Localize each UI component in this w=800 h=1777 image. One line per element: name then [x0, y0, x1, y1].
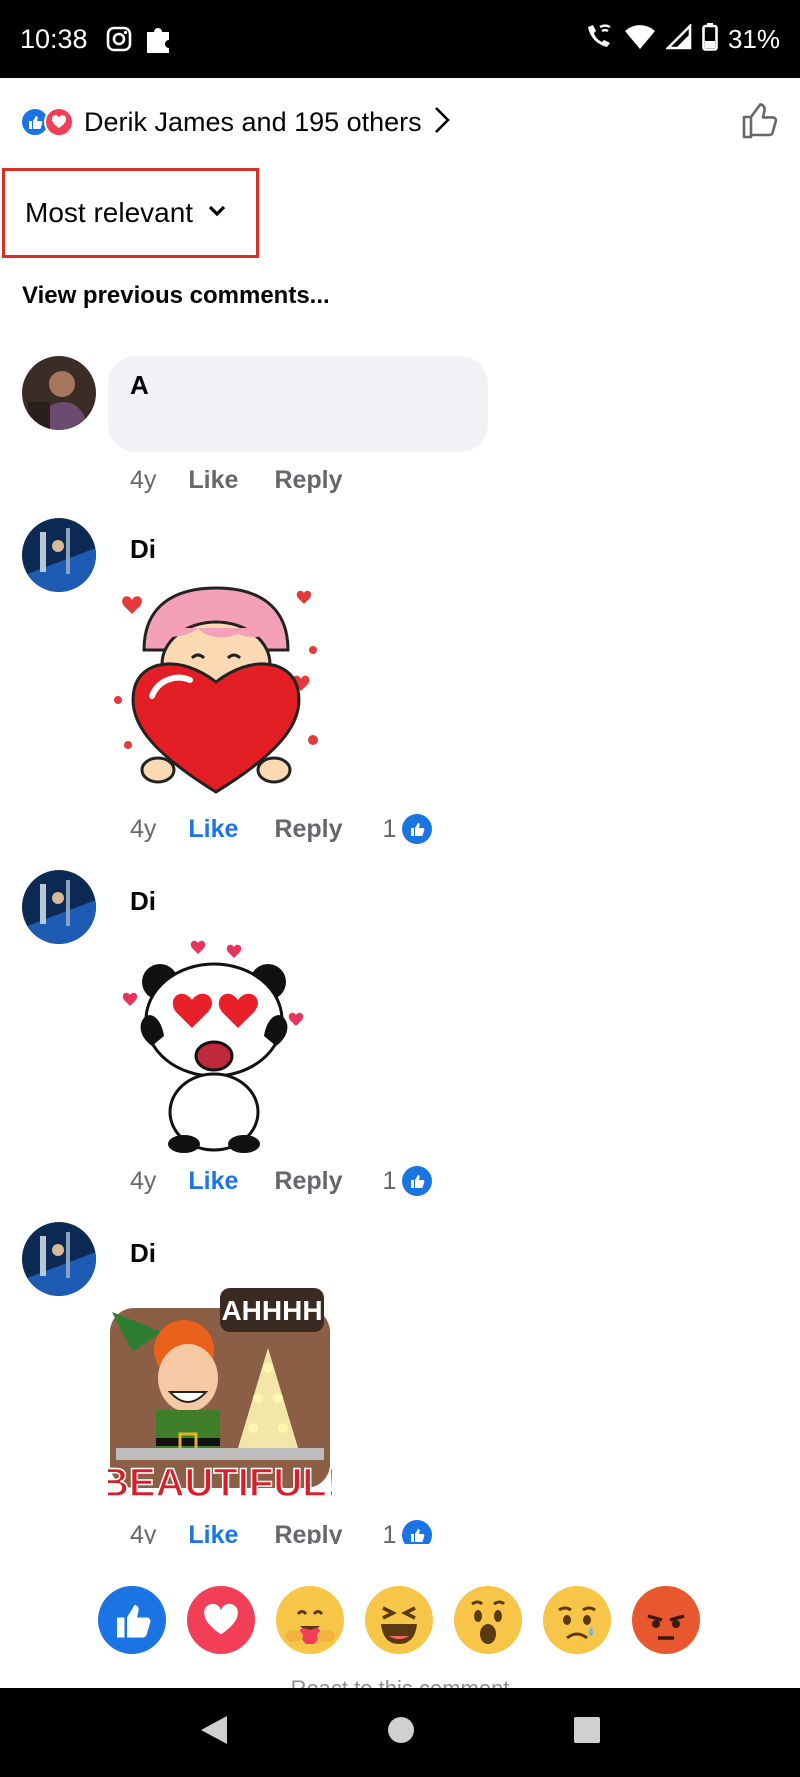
avatar[interactable] — [22, 870, 96, 944]
comment-time: 4y — [130, 1166, 157, 1195]
battery-icon — [702, 22, 718, 56]
love-reaction-icon — [44, 107, 74, 137]
comment-actions: 4y Like Reply 1 — [130, 814, 433, 844]
chevron-down-icon — [207, 204, 227, 223]
reply-button[interactable]: Reply — [274, 466, 342, 495]
svg-text:AHHHH: AHHHH — [221, 1295, 322, 1326]
avatar[interactable] — [22, 1222, 96, 1296]
recents-icon[interactable] — [573, 1716, 601, 1749]
status-bar: 10:38 31% — [0, 0, 800, 78]
like-button[interactable]: Like — [188, 1167, 238, 1196]
like-reaction-button[interactable] — [98, 1586, 166, 1654]
care-reaction-button[interactable] — [276, 1586, 344, 1654]
puzzle-icon — [144, 23, 174, 55]
instagram-icon — [106, 26, 132, 52]
comment-time: 4y — [130, 814, 157, 843]
home-icon[interactable] — [387, 1716, 415, 1749]
sort-dropdown[interactable]: Most relevant — [2, 168, 259, 258]
love-reaction-button[interactable] — [187, 1586, 255, 1654]
like-reaction-icon — [402, 814, 433, 844]
comment-time: 4y — [130, 466, 157, 494]
angry-reaction-button[interactable] — [632, 1586, 700, 1654]
avatar[interactable] — [22, 356, 96, 430]
sort-label: Most relevant — [25, 197, 194, 228]
panda-love-sticker — [118, 934, 328, 1159]
comment-actions: 4y Like Reply — [130, 466, 343, 495]
wifi-call-icon — [584, 23, 614, 56]
comment-author[interactable]: Di — [130, 886, 156, 917]
comment-author[interactable]: A — [130, 370, 149, 401]
comment-time: 4y — [130, 1520, 157, 1545]
battery-percent: 31% — [727, 23, 780, 54]
reactors-text: Derik James and 195 others — [84, 106, 422, 137]
beautiful-elf-sticker: AHHHH BEAUTIFUL! — [99, 1288, 341, 1513]
sad-reaction-button[interactable] — [543, 1586, 611, 1654]
navigation-bar — [0, 1688, 800, 1777]
reply-button[interactable]: Reply — [274, 815, 342, 844]
reaction-count[interactable]: 1 — [383, 815, 397, 844]
back-icon[interactable] — [199, 1714, 229, 1751]
wow-reaction-button[interactable] — [454, 1586, 522, 1654]
comment-item: Di AHHHH BEAUTIFUL! 4y Like Reply 1 — [0, 1222, 800, 1544]
haha-reaction-button[interactable] — [365, 1586, 433, 1654]
avatar[interactable] — [22, 518, 96, 592]
comment-author[interactable]: Di — [130, 1238, 156, 1269]
like-outline-icon[interactable] — [740, 100, 780, 145]
svg-text:BEAUTIFUL!: BEAUTIFUL! — [108, 1461, 332, 1505]
reaction-icons — [20, 107, 74, 137]
comment-bubble — [108, 356, 488, 452]
like-reaction-icon — [402, 1166, 433, 1196]
chevron-right-icon — [434, 105, 450, 140]
comment-actions: 4y Like Reply 1 — [130, 1520, 433, 1545]
react-hint: React to this comment — [0, 1676, 800, 1688]
wifi-icon — [624, 24, 656, 55]
like-button[interactable]: Like — [188, 466, 238, 495]
view-previous-comments[interactable]: View previous comments... — [22, 282, 330, 310]
like-reaction-icon — [402, 1520, 433, 1544]
girl-heart-sticker — [108, 580, 338, 805]
signal-icon — [664, 22, 692, 55]
reaction-picker — [98, 1586, 700, 1654]
reactions-summary[interactable]: Derik James and 195 others — [20, 96, 780, 148]
reaction-count[interactable]: 1 — [383, 1521, 397, 1545]
like-button[interactable]: Like — [188, 1521, 238, 1545]
reply-button[interactable]: Reply — [274, 1521, 342, 1545]
like-button[interactable]: Like — [188, 815, 238, 844]
reply-button[interactable]: Reply — [274, 1167, 342, 1196]
reaction-count[interactable]: 1 — [383, 1167, 397, 1196]
comment-actions: 4y Like Reply 1 — [130, 1166, 433, 1196]
status-time: 10:38 — [20, 23, 88, 54]
comment-author[interactable]: Di — [130, 534, 156, 565]
